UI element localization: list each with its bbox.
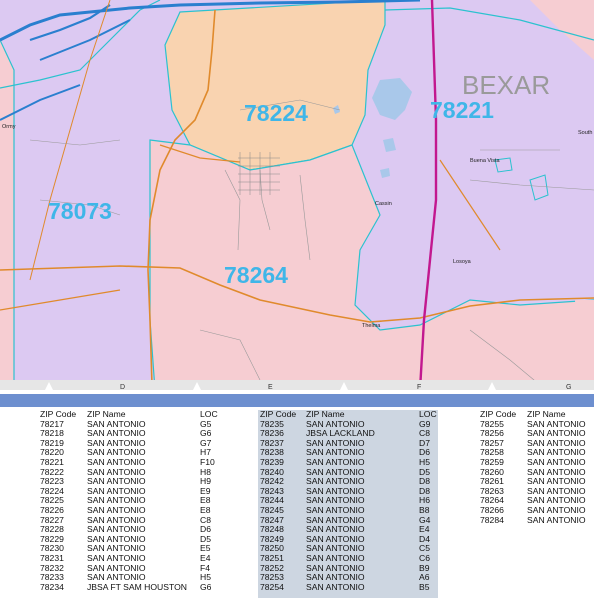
zip-name-cell: JBSA FT SAM HOUSTON [87,581,187,592]
zip-code-cell: 78234 [40,581,64,592]
zip-name-cell: SAN ANTONIO [306,581,365,592]
place-label: Losoya [453,259,472,265]
place-label: Cassin [375,201,392,207]
zip-code-map: 78224 78221 78073 78264 BEXAR Ormy Buena… [0,0,594,390]
zip-name-cell: SAN ANTONIO [527,514,586,525]
place-label: Buena Vista [470,158,501,164]
index-row: 78254 SAN ANTONIO B5 [260,581,449,593]
zip-label: 78073 [48,198,112,224]
index-row: 78284 SAN ANTONIO [480,514,594,526]
zip-label: 78221 [430,97,494,123]
zip-code-cell: 78284 [480,514,504,525]
grid-letter: D [120,384,125,390]
index-column-2: ZIP Code ZIP Name LOC 78235 SAN ANTONIO G9… [260,409,449,593]
place-label: Thelma [362,323,381,329]
zip-label: 78264 [224,262,288,288]
loc-cell: B5 [419,581,430,592]
county-label: BEXAR [462,70,550,100]
place-label: South [578,130,592,136]
section-divider [0,394,594,407]
index-column-3: ZIP Code ZIP Name 78255 SAN ANTONIO 78256 S… [480,409,594,526]
index-row: 78234 JBSA FT SAM HOUSTON G6 [40,581,230,593]
loc-cell: G6 [200,581,212,592]
place-label: Ormy [2,124,16,130]
map-canvas: 78224 78221 78073 78264 BEXAR Ormy Buena… [0,0,594,390]
grid-bar [0,380,594,390]
zip-code-cell: 78254 [260,581,284,592]
zip-code-index: ZIP Code ZIP Name LOC 78217 SAN ANTONIO G5… [0,409,594,600]
zip-area-left-edge [0,40,14,380]
zip-label: 78224 [244,100,308,126]
index-column-1: ZIP Code ZIP Name LOC 78217 SAN ANTONIO G5… [40,409,230,593]
grid-letter: E [268,384,273,390]
grid-letter: F [417,384,421,390]
grid-letter: G [566,384,571,390]
